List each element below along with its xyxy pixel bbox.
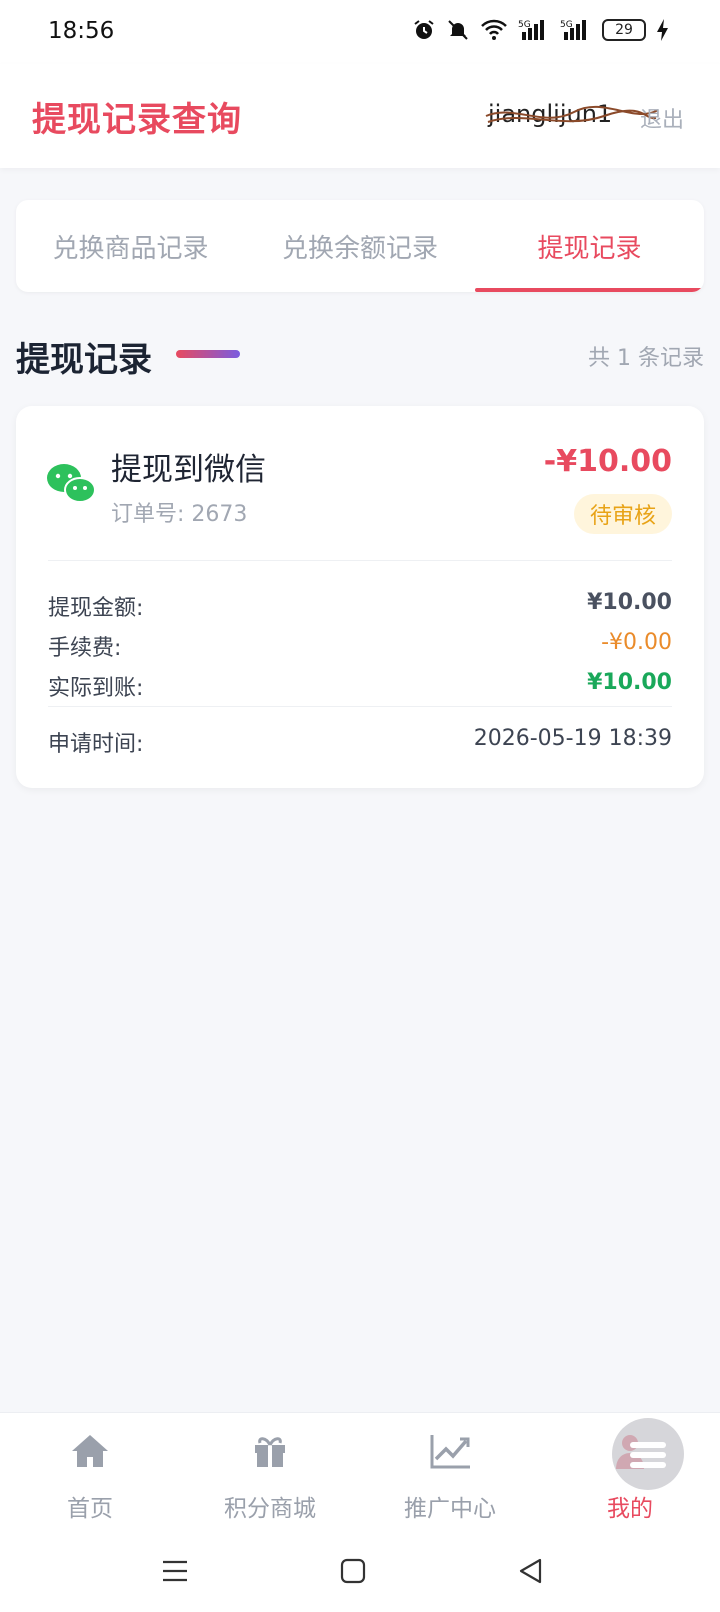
nav-label: 首页 bbox=[67, 1496, 113, 1522]
divider bbox=[48, 706, 672, 707]
battery-indicator: 29 bbox=[602, 19, 646, 41]
wifi-icon bbox=[481, 19, 507, 40]
nav-label: 我的 bbox=[607, 1496, 653, 1522]
row-withdraw-amount: 提现金额: ¥10.00 bbox=[48, 590, 672, 622]
withdraw-method: 提现到微信 bbox=[111, 452, 266, 488]
row-apply-time: 申请时间: 2026-05-19 18:39 bbox=[48, 726, 672, 758]
active-tab-indicator bbox=[475, 288, 704, 292]
row-value: ¥10.00 bbox=[587, 670, 672, 695]
order-label: 订单号: bbox=[111, 502, 185, 527]
system-nav-bar bbox=[0, 1532, 720, 1612]
status-badge: 待审核 bbox=[573, 494, 672, 534]
tab-exchange-balance[interactable]: 兑换余额记录 bbox=[245, 200, 475, 292]
gift-icon bbox=[255, 1437, 285, 1467]
nav-points-mall[interactable]: 积分商城 bbox=[180, 1413, 360, 1533]
status-icons: 5G 5G 29 bbox=[412, 18, 670, 42]
row-label: 实际到账: bbox=[48, 676, 144, 701]
signal-5g-icon: 5G bbox=[518, 20, 544, 40]
wechat-icon bbox=[47, 464, 96, 503]
record-count: 共 1 条记录 bbox=[588, 346, 704, 371]
withdraw-amount: -¥10.00 bbox=[543, 444, 672, 479]
row-fee: 手续费: -¥0.00 bbox=[48, 630, 672, 662]
divider bbox=[48, 560, 672, 561]
status-bar: 18:56 5G 5G 29 bbox=[0, 0, 720, 64]
home-icon bbox=[72, 1435, 108, 1467]
tab-withdraw-records[interactable]: 提现记录 bbox=[475, 200, 704, 292]
tab-exchange-goods[interactable]: 兑换商品记录 bbox=[16, 200, 245, 292]
order-number: 订单号: 2673 bbox=[111, 496, 247, 528]
nav-label: 推广中心 bbox=[404, 1496, 496, 1522]
withdraw-record-card[interactable]: 提现到微信 订单号: 2673 -¥10.00 待审核 提现金额: ¥10.00… bbox=[16, 406, 704, 788]
logout-link[interactable]: 退出 bbox=[640, 102, 684, 134]
nav-label: 积分商城 bbox=[224, 1496, 316, 1522]
row-value: 2026-05-19 18:39 bbox=[473, 726, 672, 751]
home-button-icon[interactable] bbox=[338, 1556, 368, 1586]
floating-menu-button[interactable] bbox=[612, 1418, 684, 1490]
section-title: 提现记录 bbox=[16, 340, 152, 380]
row-value: -¥0.00 bbox=[601, 630, 672, 655]
row-label: 手续费: bbox=[48, 636, 122, 661]
nav-promotion-center[interactable]: 推广中心 bbox=[360, 1413, 540, 1533]
menu-icon bbox=[630, 1442, 666, 1468]
chart-icon bbox=[430, 1435, 470, 1469]
redaction-scribble bbox=[485, 105, 659, 123]
row-value: ¥10.00 bbox=[587, 590, 672, 615]
row-label: 申请时间: bbox=[48, 732, 144, 757]
page-title: 提现记录查询 bbox=[32, 100, 242, 140]
row-label: 提现金额: bbox=[48, 596, 144, 621]
alarm-icon bbox=[414, 20, 434, 39]
section-accent-bar bbox=[176, 350, 240, 358]
recents-icon[interactable] bbox=[160, 1556, 190, 1586]
mute-bell-icon bbox=[448, 20, 468, 40]
charging-icon bbox=[657, 19, 668, 41]
order-value: 2673 bbox=[191, 502, 248, 527]
signal-5g-icon-2: 5G bbox=[560, 20, 586, 40]
app-header: 提现记录查询 jianglijun1 退出 bbox=[0, 64, 720, 168]
back-icon[interactable] bbox=[516, 1556, 546, 1586]
nav-home[interactable]: 首页 bbox=[0, 1413, 180, 1533]
status-time: 18:56 bbox=[48, 18, 115, 44]
row-actual-received: 实际到账: ¥10.00 bbox=[48, 670, 672, 702]
record-tabs: 兑换商品记录 兑换余额记录 提现记录 bbox=[16, 200, 704, 292]
